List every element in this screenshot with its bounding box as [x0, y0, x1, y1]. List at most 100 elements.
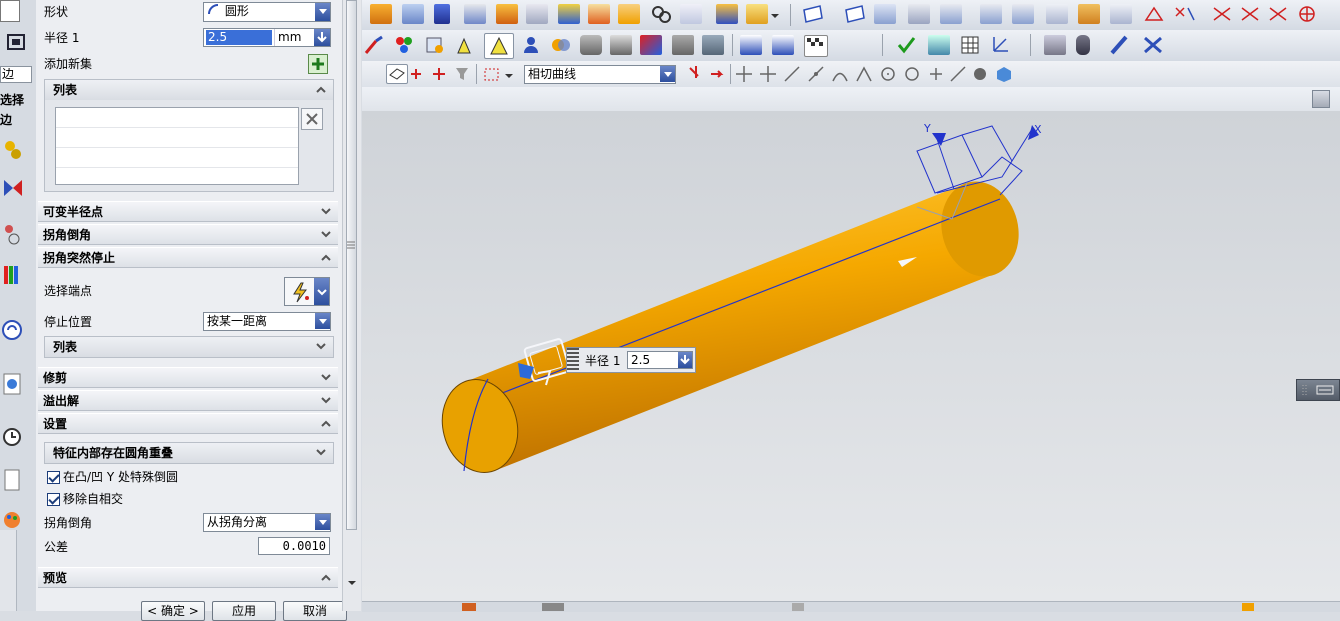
snap-curve-icon[interactable] — [830, 64, 852, 84]
edge-set-list[interactable] — [55, 107, 299, 185]
shell-icon[interactable] — [716, 4, 738, 24]
clock-icon[interactable] — [2, 425, 21, 447]
chevron-up-icon[interactable] — [320, 571, 332, 583]
section-trim[interactable]: 修剪 — [38, 367, 338, 388]
table-icon[interactable] — [928, 35, 950, 55]
blend-icon[interactable] — [650, 4, 672, 24]
camera-icon[interactable] — [772, 35, 794, 55]
chevron-down-icon[interactable] — [315, 340, 327, 352]
select-filter-icon[interactable] — [454, 64, 476, 84]
section-variable-radius[interactable]: 可变半径点 — [38, 201, 338, 222]
curve-rule-dropdown[interactable]: 相切曲线 — [524, 65, 676, 84]
split-icon[interactable] — [1268, 4, 1290, 24]
cylinder-body[interactable] — [470, 173, 1028, 471]
studio-surface-icon[interactable] — [1078, 4, 1100, 24]
model-canvas[interactable]: Y X — [362, 111, 1340, 601]
chevron-down-icon[interactable] — [315, 313, 330, 329]
user-icon[interactable] — [520, 35, 542, 55]
material-icon[interactable] — [580, 35, 602, 55]
layer-settings-icon[interactable] — [424, 35, 446, 55]
tolerance-input[interactable]: 0.0010 — [258, 537, 330, 555]
radius-popup[interactable]: 半径 1 2.5 — [566, 347, 696, 373]
selection-highlight-icon[interactable] — [484, 33, 514, 59]
view-icon[interactable] — [740, 35, 762, 55]
surface-icon[interactable] — [940, 4, 962, 24]
snap-endpoint-icon[interactable] — [734, 64, 756, 84]
snap-control-icon[interactable] — [806, 64, 828, 84]
chevron-up-icon[interactable] — [320, 417, 332, 429]
render-icon[interactable] — [550, 35, 572, 55]
remove-button[interactable] — [301, 108, 323, 130]
follow-fillet-icon[interactable] — [708, 64, 730, 84]
corner-setback-dropdown[interactable]: 从拐角分离 — [203, 513, 331, 532]
section-settings[interactable]: 设置 — [38, 413, 338, 434]
books-icon[interactable] — [2, 262, 20, 284]
bounded-plane-icon[interactable] — [980, 4, 1002, 24]
select-endpoint-button[interactable] — [284, 277, 330, 306]
list-item[interactable] — [56, 148, 298, 168]
snap-existing-icon[interactable] — [948, 64, 970, 84]
boss-icon[interactable] — [496, 4, 518, 24]
section-overflow[interactable]: 溢出解 — [38, 390, 338, 411]
paint-brush-icon[interactable] — [364, 35, 386, 55]
snap-line-icon[interactable] — [782, 64, 804, 84]
corner-stop-list-header[interactable]: 列表 — [45, 337, 333, 357]
spring-icon[interactable] — [1108, 35, 1130, 55]
chevron-up-icon[interactable] — [320, 251, 332, 263]
remove-self-intersect-checkbox[interactable] — [47, 493, 60, 506]
edge-type-field[interactable]: 边 — [0, 66, 32, 83]
keyboard-icon[interactable] — [1296, 379, 1340, 401]
rectangle-select-icon[interactable] — [482, 64, 504, 84]
datum-plane-icon[interactable] — [844, 4, 866, 24]
join-icon[interactable] — [1240, 4, 1262, 24]
chevron-down-icon[interactable] — [315, 3, 330, 21]
dropdown-arrow-icon[interactable] — [505, 69, 513, 79]
chevron-down-icon[interactable] — [320, 371, 332, 383]
snap-arc-icon[interactable] — [970, 64, 992, 84]
check-icon[interactable] — [896, 35, 918, 55]
cylinder-icon[interactable] — [434, 4, 450, 24]
page-icon[interactable] — [0, 0, 20, 22]
graphics-viewport[interactable]: Y X 半径 1 2.5 — [362, 111, 1340, 601]
apply-button[interactable]: 应用 — [212, 601, 276, 621]
chevron-down-icon[interactable] — [320, 394, 332, 406]
select-move-icon[interactable] — [430, 64, 452, 84]
gray-cube-icon[interactable] — [672, 35, 694, 55]
stop-position-dropdown[interactable]: 按某一距离 — [203, 312, 331, 331]
radius-popup-input[interactable]: 2.5 — [627, 351, 693, 369]
chevron-down-icon[interactable] — [320, 205, 332, 217]
curve-analysis-icon[interactable] — [1144, 4, 1166, 24]
grip-icon[interactable] — [567, 348, 579, 372]
draft-icon[interactable] — [618, 4, 640, 24]
chevron-down-icon[interactable] — [320, 228, 332, 240]
pattern-icon[interactable] — [804, 35, 828, 57]
through-curves-icon[interactable] — [1012, 4, 1034, 24]
feature-icon[interactable] — [2, 138, 21, 160]
snap-quadrant-icon[interactable] — [902, 64, 924, 84]
strip-scrollbar[interactable] — [0, 530, 17, 611]
snap-intersection-icon[interactable] — [926, 64, 948, 84]
chevron-down-icon[interactable] — [660, 66, 675, 82]
tiles-icon[interactable] — [1312, 90, 1330, 108]
chevron-down-icon[interactable] — [314, 278, 329, 305]
bowtie-icon[interactable] — [2, 176, 22, 198]
select-point-icon[interactable] — [408, 64, 430, 84]
ok-button[interactable]: < 确定 > — [141, 601, 205, 621]
snap-midpoint-icon[interactable] — [758, 64, 780, 84]
document-icon[interactable] — [2, 468, 20, 491]
dialog-scrollbar[interactable] — [342, 0, 361, 611]
color-icon[interactable] — [394, 35, 416, 55]
cube-icon[interactable] — [994, 64, 1016, 84]
radius-input[interactable]: 2.5 — [206, 30, 272, 45]
section-corner-stop[interactable]: 拐角突然停止 — [38, 247, 338, 268]
list-item[interactable] — [56, 108, 298, 128]
radius-unit[interactable]: mm — [274, 29, 301, 46]
shaded-cube-icon[interactable] — [610, 35, 632, 55]
photo-icon[interactable] — [640, 35, 662, 55]
assembly-icon[interactable] — [2, 222, 20, 245]
section-corner-setback[interactable]: 拐角倒角 — [38, 224, 338, 245]
mesh-icon[interactable] — [702, 35, 724, 55]
mesh-surface-icon[interactable] — [874, 4, 896, 24]
zoom-surface-icon[interactable] — [1110, 4, 1132, 24]
crossed-tools-icon[interactable] — [1142, 35, 1164, 55]
